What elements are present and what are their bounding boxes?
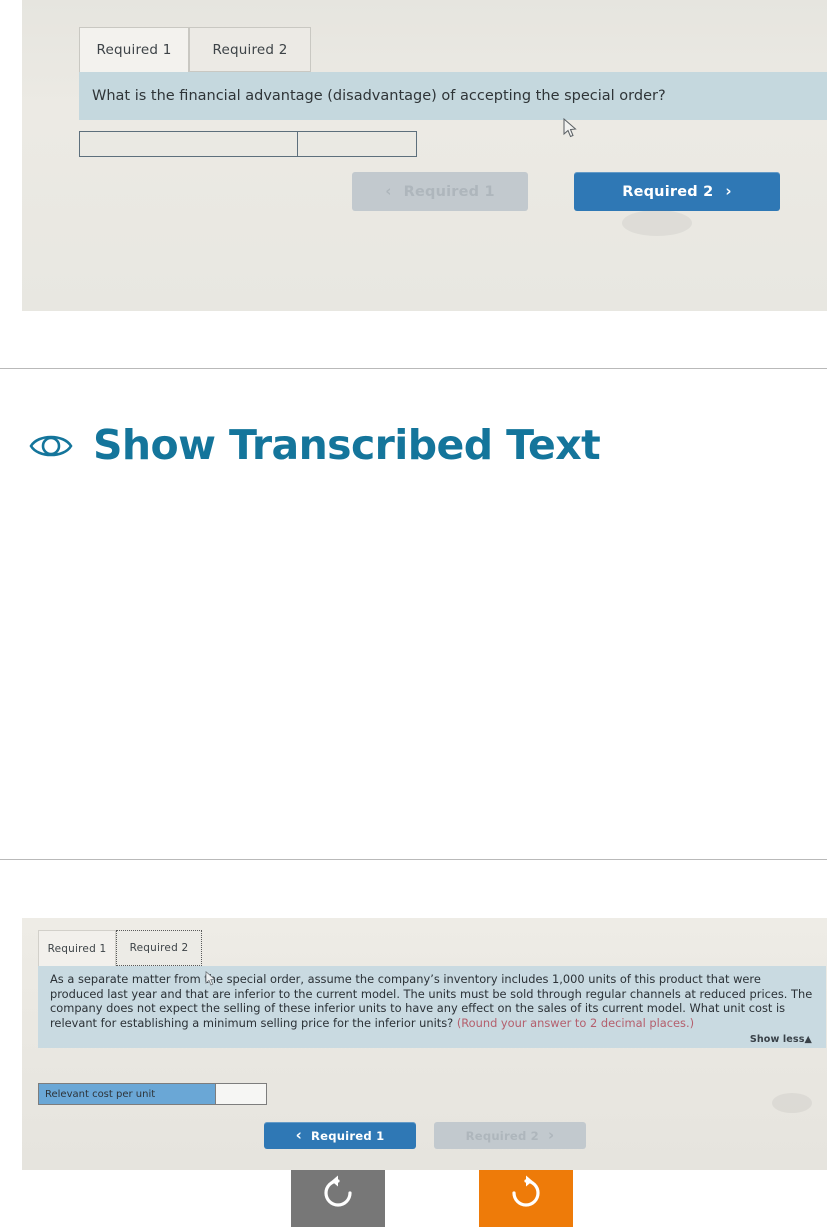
rotate-left-icon: [324, 1175, 352, 1207]
tab-label: Required 1: [47, 942, 107, 955]
tab-required-1[interactable]: Required 1: [79, 27, 189, 72]
section-divider-bottom: [0, 859, 827, 860]
next-button-label: Required 2: [465, 1128, 539, 1143]
relevant-cost-input[interactable]: [215, 1084, 266, 1104]
chevron-left-icon: ‹: [385, 182, 392, 200]
top-question-panel: Required 1 Required 2 What is the financ…: [22, 0, 827, 311]
chevron-left-icon: ‹: [295, 1126, 303, 1144]
relevant-cost-label: Relevant cost per unit: [39, 1084, 215, 1104]
next-button-label: Required 2: [622, 183, 714, 200]
question-band: What is the financial advantage (disadva…: [79, 72, 827, 120]
tab-label: Required 2: [212, 41, 288, 58]
show-less-link[interactable]: Show less▲: [750, 1034, 812, 1045]
show-transcribed-text-title: Show Transcribed Text: [93, 421, 601, 469]
tab-label: Required 2: [129, 942, 189, 954]
tab-required-2[interactable]: Required 2: [189, 27, 311, 72]
question-band: As a separate matter from the special or…: [38, 966, 826, 1048]
eye-icon: [29, 435, 73, 456]
chevron-right-icon: ›: [547, 1126, 555, 1144]
show-less-label: Show less: [749, 1034, 805, 1045]
answer-label-cell[interactable]: [80, 132, 298, 156]
next-required-button[interactable]: Required 2 ›: [434, 1122, 586, 1149]
tab-label: Required 1: [96, 42, 172, 58]
tab-required-1[interactable]: Required 1: [38, 930, 116, 966]
question-hint: (Round your answer to 2 decimal places.): [456, 1015, 695, 1030]
previous-required-button[interactable]: ‹ Required 1: [352, 172, 528, 211]
previous-button-label: Required 1: [403, 183, 495, 200]
chevron-right-icon: ›: [725, 182, 732, 200]
question-text: As a separate matter from the special or…: [50, 972, 813, 1030]
next-required-button[interactable]: Required 2 ›: [574, 172, 780, 211]
caret-up-icon: ▲: [804, 1034, 812, 1045]
answer-value-cell[interactable]: [298, 132, 416, 156]
rotate-right-icon: [512, 1175, 540, 1207]
question-text-wrapper: As a separate matter from the special or…: [38, 966, 826, 1030]
answer-row: Relevant cost per unit: [38, 1083, 267, 1105]
previous-button-label: Required 1: [311, 1128, 385, 1143]
previous-required-button[interactable]: ‹ Required 1: [264, 1122, 416, 1149]
question-text: What is the financial advantage (disadva…: [92, 88, 666, 104]
tab-required-2[interactable]: Required 2: [116, 930, 202, 966]
show-transcribed-text-header[interactable]: Show Transcribed Text: [28, 421, 601, 469]
transcribed-text-section: Show Transcribed Text: [0, 369, 827, 1227]
answer-row: [79, 131, 417, 157]
bottom-question-panel: Required 1 Required 2 As a separate matt…: [22, 918, 827, 1170]
